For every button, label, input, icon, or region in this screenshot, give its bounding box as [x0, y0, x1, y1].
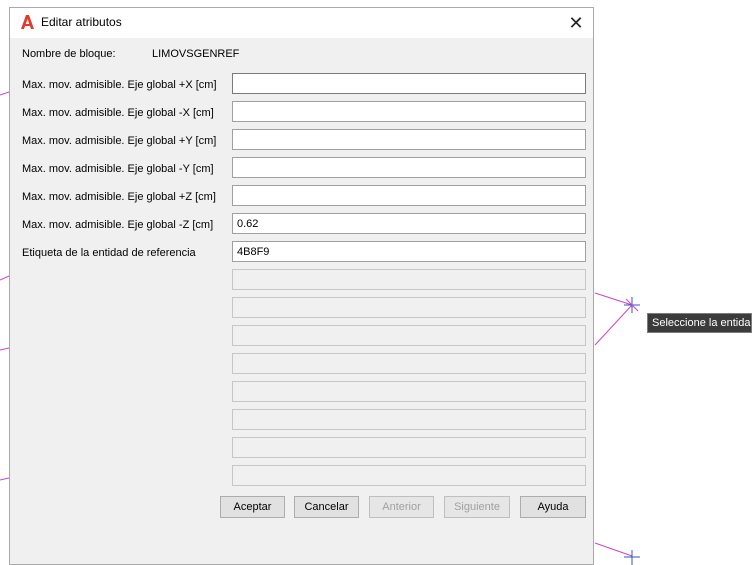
close-icon[interactable]: ✕ — [559, 8, 593, 38]
accept-button[interactable]: Aceptar — [220, 496, 285, 518]
title-bar[interactable]: Editar atributos ✕ — [10, 8, 593, 38]
block-name-label: Nombre de bloque: — [22, 48, 116, 60]
attribute-input[interactable] — [232, 129, 586, 150]
attribute-label: Max. mov. admisible. Eje global +X [cm] — [22, 79, 217, 91]
crosshair-marker-icon — [624, 550, 640, 565]
command-tooltip: Seleccione la entidad: — [647, 313, 752, 333]
empty-attribute-input — [232, 353, 586, 374]
empty-attribute-input — [232, 465, 586, 486]
help-button[interactable]: Ayuda — [520, 496, 586, 518]
attribute-input[interactable] — [232, 157, 586, 178]
edit-attributes-dialog: Editar atributos ✕ Nombre de bloque: LIM… — [9, 7, 594, 565]
attribute-input[interactable] — [232, 185, 586, 206]
attribute-label: Max. mov. admisible. Eje global -X [cm] — [22, 107, 214, 119]
next-button[interactable]: Siguiente — [444, 496, 510, 518]
attribute-input[interactable] — [232, 213, 586, 234]
empty-attribute-input — [232, 325, 586, 346]
previous-button[interactable]: Anterior — [369, 496, 434, 518]
cancel-button[interactable]: Cancelar — [294, 496, 359, 518]
empty-attribute-input — [232, 437, 586, 458]
attribute-input[interactable] — [232, 101, 586, 122]
attribute-label: Max. mov. admisible. Eje global -Z [cm] — [22, 219, 214, 231]
attribute-label: Etiqueta de la entidad de referencia — [22, 247, 196, 259]
empty-attribute-input — [232, 297, 586, 318]
attribute-label: Max. mov. admisible. Eje global -Y [cm] — [22, 163, 214, 175]
attribute-label: Max. mov. admisible. Eje global +Z [cm] — [22, 191, 216, 203]
autocad-a-icon — [21, 15, 34, 29]
empty-attribute-input — [232, 409, 586, 430]
block-name-value: LIMOVSGENREF — [152, 48, 240, 60]
empty-attribute-input — [232, 269, 586, 290]
empty-attribute-input — [232, 381, 586, 402]
attribute-input[interactable] — [232, 241, 586, 262]
attribute-input[interactable] — [232, 73, 586, 94]
attribute-label: Max. mov. admisible. Eje global +Y [cm] — [22, 135, 217, 147]
dialog-title: Editar atributos — [41, 15, 122, 29]
